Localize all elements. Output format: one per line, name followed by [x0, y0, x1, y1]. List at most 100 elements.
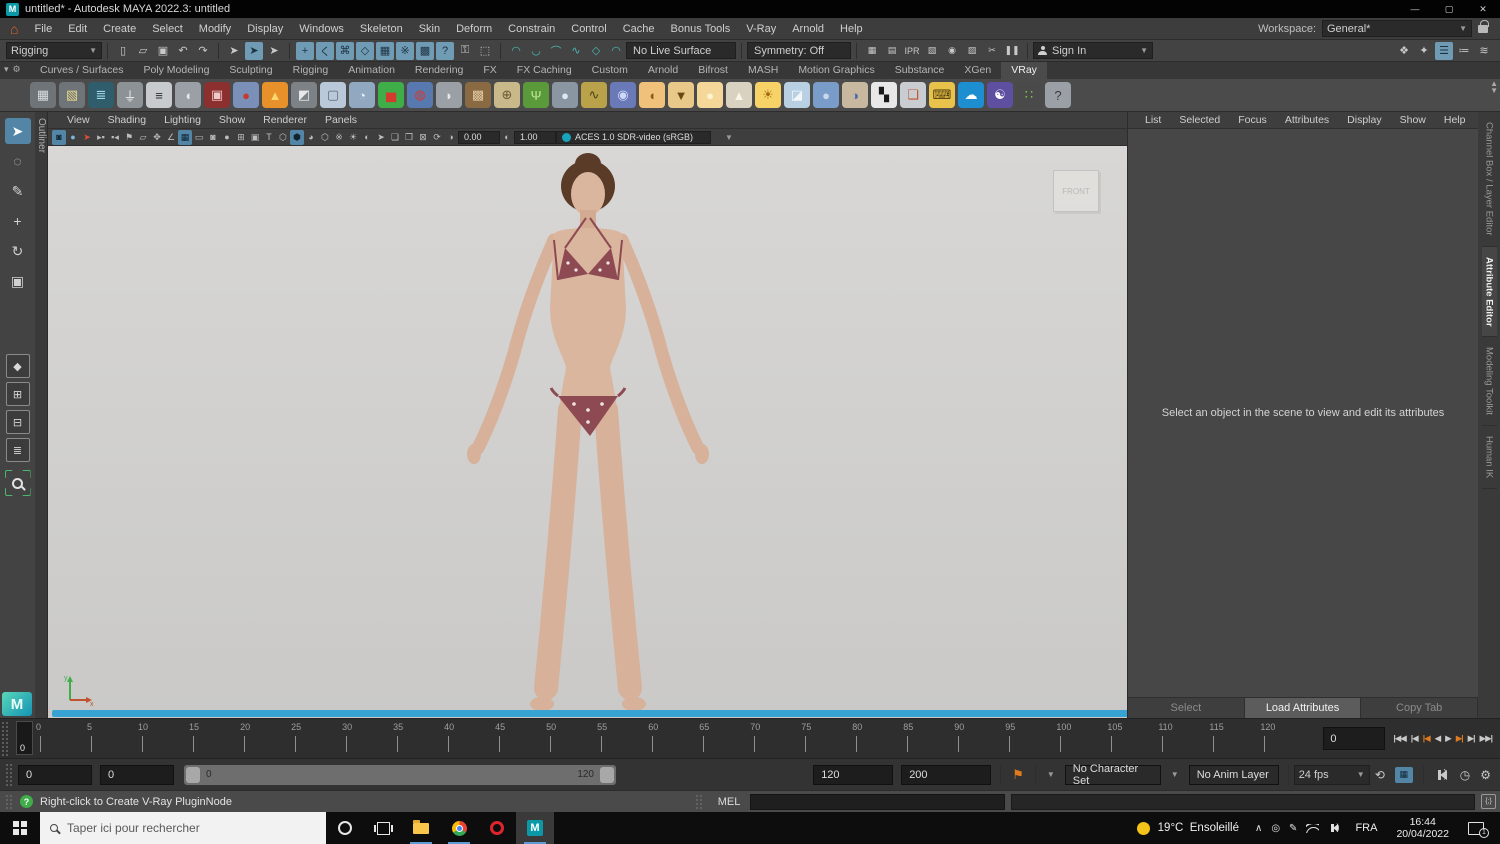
- vray-import-proxy-icon[interactable]: ▧: [59, 82, 85, 108]
- maximize-button[interactable]: ▢: [1432, 0, 1466, 18]
- viewport-panel[interactable]: ViewShadingLightingShowRendererPanels ◙●…: [48, 112, 1128, 718]
- viewport-scrollbar[interactable]: [52, 710, 1127, 717]
- snap-curve-icon[interactable]: ⌘: [336, 42, 354, 60]
- sign-in-dropdown[interactable]: Sign In ▼: [1033, 42, 1153, 59]
- shaded-icon[interactable]: ⬢: [290, 130, 304, 145]
- highlight-selection-icon[interactable]: ⬚: [476, 42, 494, 60]
- tab-modeling-toolkit[interactable]: Modeling Toolkit: [1482, 337, 1497, 426]
- playback-end-field[interactable]: 120: [813, 765, 893, 785]
- mel-label[interactable]: MEL: [718, 796, 741, 808]
- vray-cloud-render-icon[interactable]: ☁: [958, 82, 984, 108]
- vray-geo-moon-icon[interactable]: ◗: [436, 82, 462, 108]
- scale-tool-icon[interactable]: ▣: [5, 268, 31, 294]
- clock[interactable]: 16:44 20/04/2022: [1396, 816, 1449, 840]
- chevron-down-icon[interactable]: ▼: [1047, 770, 1055, 779]
- make-live-icon[interactable]: ▩: [416, 42, 434, 60]
- vray-wire-globe-icon[interactable]: ⊕: [494, 82, 520, 108]
- lock-selection-icon[interactable]: ⚿: [456, 42, 474, 60]
- menu-item[interactable]: File: [26, 23, 60, 35]
- tearoff-copy-icon[interactable]: ❐: [402, 130, 416, 145]
- toon-shader-icon[interactable]: ◉: [943, 42, 961, 60]
- shelf-tab[interactable]: Rigging: [283, 62, 339, 79]
- start-button[interactable]: [0, 812, 40, 844]
- character-set-field[interactable]: No Character Set: [1065, 765, 1161, 785]
- taskbar-search[interactable]: Taper ici pour rechercher: [40, 812, 326, 844]
- viewport-menu-item[interactable]: View: [58, 114, 99, 126]
- curve-snap-6-icon[interactable]: ◠: [607, 42, 625, 60]
- chevron-down-icon[interactable]: ▼: [1171, 770, 1179, 779]
- mute-audio-icon[interactable]: [1435, 770, 1447, 780]
- viewport-menu-item[interactable]: Shading: [99, 114, 156, 126]
- vray-material-sphere-icon[interactable]: ●: [813, 82, 839, 108]
- resolution-gate-icon[interactable]: ◙: [206, 130, 220, 145]
- onedrive-icon[interactable]: ◎: [1268, 823, 1283, 834]
- shape-editor-icon[interactable]: ≔: [1455, 42, 1473, 60]
- shelf-tab[interactable]: Substance: [885, 62, 955, 79]
- move-tool-icon[interactable]: +: [5, 208, 31, 234]
- field-chart-icon[interactable]: ⊞: [234, 130, 248, 145]
- snap-point-icon[interactable]: ▦: [376, 42, 394, 60]
- shelf-tab[interactable]: Custom: [582, 62, 638, 79]
- cut-keys-icon[interactable]: ✂: [983, 42, 1001, 60]
- vray-drop-sphere-icon[interactable]: ◔: [349, 82, 375, 108]
- mel-input[interactable]: [750, 794, 1005, 810]
- vray-rect-light-icon[interactable]: ▼: [668, 82, 694, 108]
- select-hierarchy-icon[interactable]: ➤: [265, 42, 283, 60]
- menu-item[interactable]: Help: [832, 23, 871, 35]
- isolate-select-icon[interactable]: ➤: [374, 130, 388, 145]
- shelf-tab[interactable]: FX Caching: [507, 62, 582, 79]
- load-attributes-button[interactable]: Load Attributes: [1245, 698, 1362, 718]
- tab-human-ik[interactable]: Human IK: [1482, 426, 1497, 489]
- menu-item[interactable]: Constrain: [500, 23, 563, 35]
- shelf-tab[interactable]: Sculpting: [219, 62, 282, 79]
- colorspace-dropdown[interactable]: ACES 1.0 SDR-video (sRGB): [556, 131, 711, 144]
- vray-scene-manager-icon[interactable]: ≣: [88, 82, 114, 108]
- vray-light-lister-icon[interactable]: ⌨: [929, 82, 955, 108]
- rotate-tool-icon[interactable]: ↻: [5, 238, 31, 264]
- chrome-button[interactable]: [440, 812, 478, 844]
- zoom-tool-button[interactable]: [5, 470, 31, 496]
- shelf-tab[interactable]: Arnold: [638, 62, 688, 79]
- shelf-tab[interactable]: Bifrost: [688, 62, 738, 79]
- shelf-tab[interactable]: Animation: [338, 62, 405, 79]
- shelf-tab[interactable]: Poly Modeling: [133, 62, 219, 79]
- attribute-editor-menu-item[interactable]: Focus: [1229, 114, 1276, 126]
- weather-text[interactable]: 19°C Ensoleillé: [1158, 822, 1239, 834]
- view-cube[interactable]: FRONT: [1053, 170, 1099, 212]
- menu-item[interactable]: Skin: [411, 23, 448, 35]
- two-d-pan-icon[interactable]: ✥: [150, 130, 164, 145]
- wireframe-on-shaded-icon[interactable]: ⬡: [318, 130, 332, 145]
- modeling-toolkit-icon[interactable]: ☰: [1435, 42, 1453, 60]
- set-key-icon[interactable]: ⚑: [1012, 767, 1024, 783]
- select-highlight-icon[interactable]: ➤: [80, 130, 94, 145]
- help-line-grip[interactable]: [5, 794, 13, 810]
- shelf-tab[interactable]: Curves / Surfaces: [30, 62, 133, 79]
- gate-mask-icon[interactable]: ●: [220, 130, 234, 145]
- vray-binary-spheres-icon[interactable]: ●: [233, 82, 259, 108]
- safe-action-icon[interactable]: ▣: [248, 130, 262, 145]
- vray-glow-cube-icon[interactable]: ▢: [320, 82, 346, 108]
- file-explorer-button[interactable]: [402, 812, 440, 844]
- minimize-button[interactable]: —: [1398, 0, 1432, 18]
- redo-icon[interactable]: ↷: [194, 42, 212, 60]
- textured-icon[interactable]: ◕: [304, 130, 318, 145]
- menu-item[interactable]: Select: [144, 23, 191, 35]
- curve-tool-icon[interactable]: く: [316, 42, 334, 60]
- animation-end-field[interactable]: 200: [901, 765, 991, 785]
- vray-dome-light-icon[interactable]: ◖: [639, 82, 665, 108]
- playback-loop-icon[interactable]: ⟲: [1375, 768, 1385, 782]
- tab-attribute-editor[interactable]: Attribute Editor: [1482, 247, 1497, 338]
- render-view-icon[interactable]: ▦: [863, 42, 881, 60]
- shelf-scroll-buttons[interactable]: ▲▼: [1490, 80, 1498, 94]
- exposure-field[interactable]: 0.00: [458, 131, 500, 144]
- lasso-tool-icon[interactable]: ◌: [5, 148, 31, 174]
- animation-prefs-icon[interactable]: ⚙: [1480, 768, 1491, 782]
- save-scene-icon[interactable]: ▣: [154, 42, 172, 60]
- workspace-dropdown[interactable]: General* ▼: [1322, 20, 1472, 37]
- range-end-handle[interactable]: [600, 767, 614, 783]
- vray-heatmap-light-icon[interactable]: ▅: [378, 82, 404, 108]
- open-scene-icon[interactable]: ▱: [134, 42, 152, 60]
- volume-icon[interactable]: [1329, 824, 1338, 832]
- vray-hair-spline-icon[interactable]: ∿: [581, 82, 607, 108]
- shelf-tab[interactable]: FX: [473, 62, 506, 79]
